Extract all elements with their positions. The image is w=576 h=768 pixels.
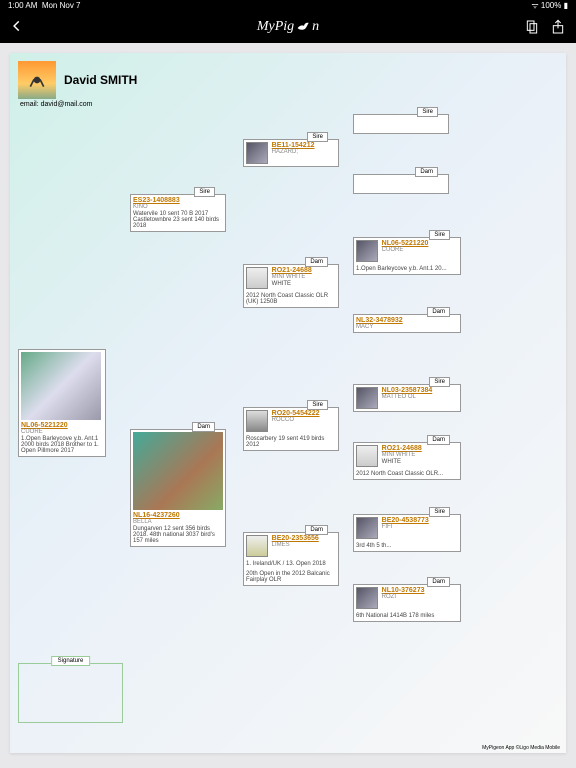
ring-link[interactable]: NL32-3478932: [356, 317, 458, 324]
ring-link[interactable]: NL16-4237260: [133, 512, 223, 519]
pigeon-image: [356, 445, 378, 467]
root-card[interactable]: NL06-5221220 CUORE 1.Open Barleycove y.b…: [18, 349, 106, 457]
ring-link[interactable]: NL06-5221220: [382, 240, 429, 247]
ring-link[interactable]: RO20-5454222: [272, 410, 320, 417]
nav-bar: MyPig n: [0, 11, 576, 43]
ds2-card[interactable]: Sire RO20-5454222 ROCCO Roscarbery 19 se…: [243, 407, 339, 451]
share-icon[interactable]: [550, 19, 566, 35]
sire1-card[interactable]: Sire ES23-1408883 KINO Watervile 10 sent…: [130, 194, 226, 232]
pedigree-page: David SMITH email: david@mail.com NL06-5…: [10, 53, 566, 753]
ring-link[interactable]: BE11-154212: [272, 142, 315, 149]
avatar: [18, 61, 56, 99]
ddd3-card[interactable]: Dam NL10-376273 ROZI 6th National 1414B …: [353, 584, 461, 622]
status-right: ᯤ 100% ▮: [531, 0, 568, 11]
pigeon-image: [356, 517, 378, 539]
sss3-card[interactable]: Sire: [353, 114, 449, 134]
ring-link[interactable]: RO21-24688: [272, 267, 332, 274]
pigeon-image: [133, 432, 223, 510]
pigeon-image: [246, 535, 268, 557]
ring-link[interactable]: BE20-4538773: [382, 517, 429, 524]
pigeon-image: [246, 267, 268, 289]
pigeon-image: [246, 410, 268, 432]
profile-name: David SMITH: [64, 73, 137, 87]
sds3-card[interactable]: Sire NL06-5221220 CUORE 1.Open Barleycov…: [353, 237, 461, 275]
status-date: Mon Nov 7: [42, 1, 81, 10]
pigeon-image: [356, 587, 378, 609]
pigeon-image: [21, 352, 101, 420]
dsd3-card[interactable]: Dam RO21-24688 MINI WHITE WHITE 2012 Nor…: [353, 442, 461, 480]
dam1-card[interactable]: Dam NL16-4237260 BELLA Dungarven 12 sent…: [130, 429, 226, 547]
profile-header: David SMITH: [18, 61, 558, 99]
pigeon-image: [356, 387, 378, 409]
ring-link[interactable]: NL03-23587384: [382, 387, 433, 394]
footer-text: MyPigeon App ©Ligo Media Mobile: [482, 745, 560, 751]
profile-email: email: david@mail.com: [20, 101, 558, 108]
ss2-card[interactable]: Sire BE11-154212 HAZARD;: [243, 139, 339, 167]
back-button[interactable]: [10, 17, 24, 38]
print-icon[interactable]: [524, 19, 540, 35]
sd2-card[interactable]: Dam RO21-24688 MINI WHITE WHITE 2012 Nor…: [243, 264, 339, 308]
app-logo: MyPig n: [257, 19, 319, 35]
ring-link[interactable]: NL06-5221220: [21, 422, 103, 429]
dss3-card[interactable]: Sire NL03-23587384 MATTEO OL: [353, 384, 461, 412]
ring-link[interactable]: NL10-376273: [382, 587, 425, 594]
ring-link[interactable]: BE20-2353656: [272, 535, 319, 542]
ring-link[interactable]: ES23-1408883: [133, 197, 223, 204]
ssd3-card[interactable]: Dam: [353, 174, 449, 194]
sdd3-card[interactable]: Dam NL32-3478932 MACY: [353, 314, 461, 333]
signature-box[interactable]: Signature: [18, 663, 123, 723]
ring-link[interactable]: RO21-24688: [382, 445, 452, 452]
status-time: 1:00 AM: [8, 1, 37, 10]
pigeon-image: [246, 142, 268, 164]
status-bar: 1:00 AM Mon Nov 7 ᯤ 100% ▮: [0, 0, 576, 11]
dds3-card[interactable]: Sire BE20-4538773 FIFI 3rd 4th 5 th...: [353, 514, 461, 552]
dd2-card[interactable]: Dam BE20-2353656 LIMES 1. Ireland/UK / 1…: [243, 532, 339, 586]
pigeon-image: [356, 240, 378, 262]
